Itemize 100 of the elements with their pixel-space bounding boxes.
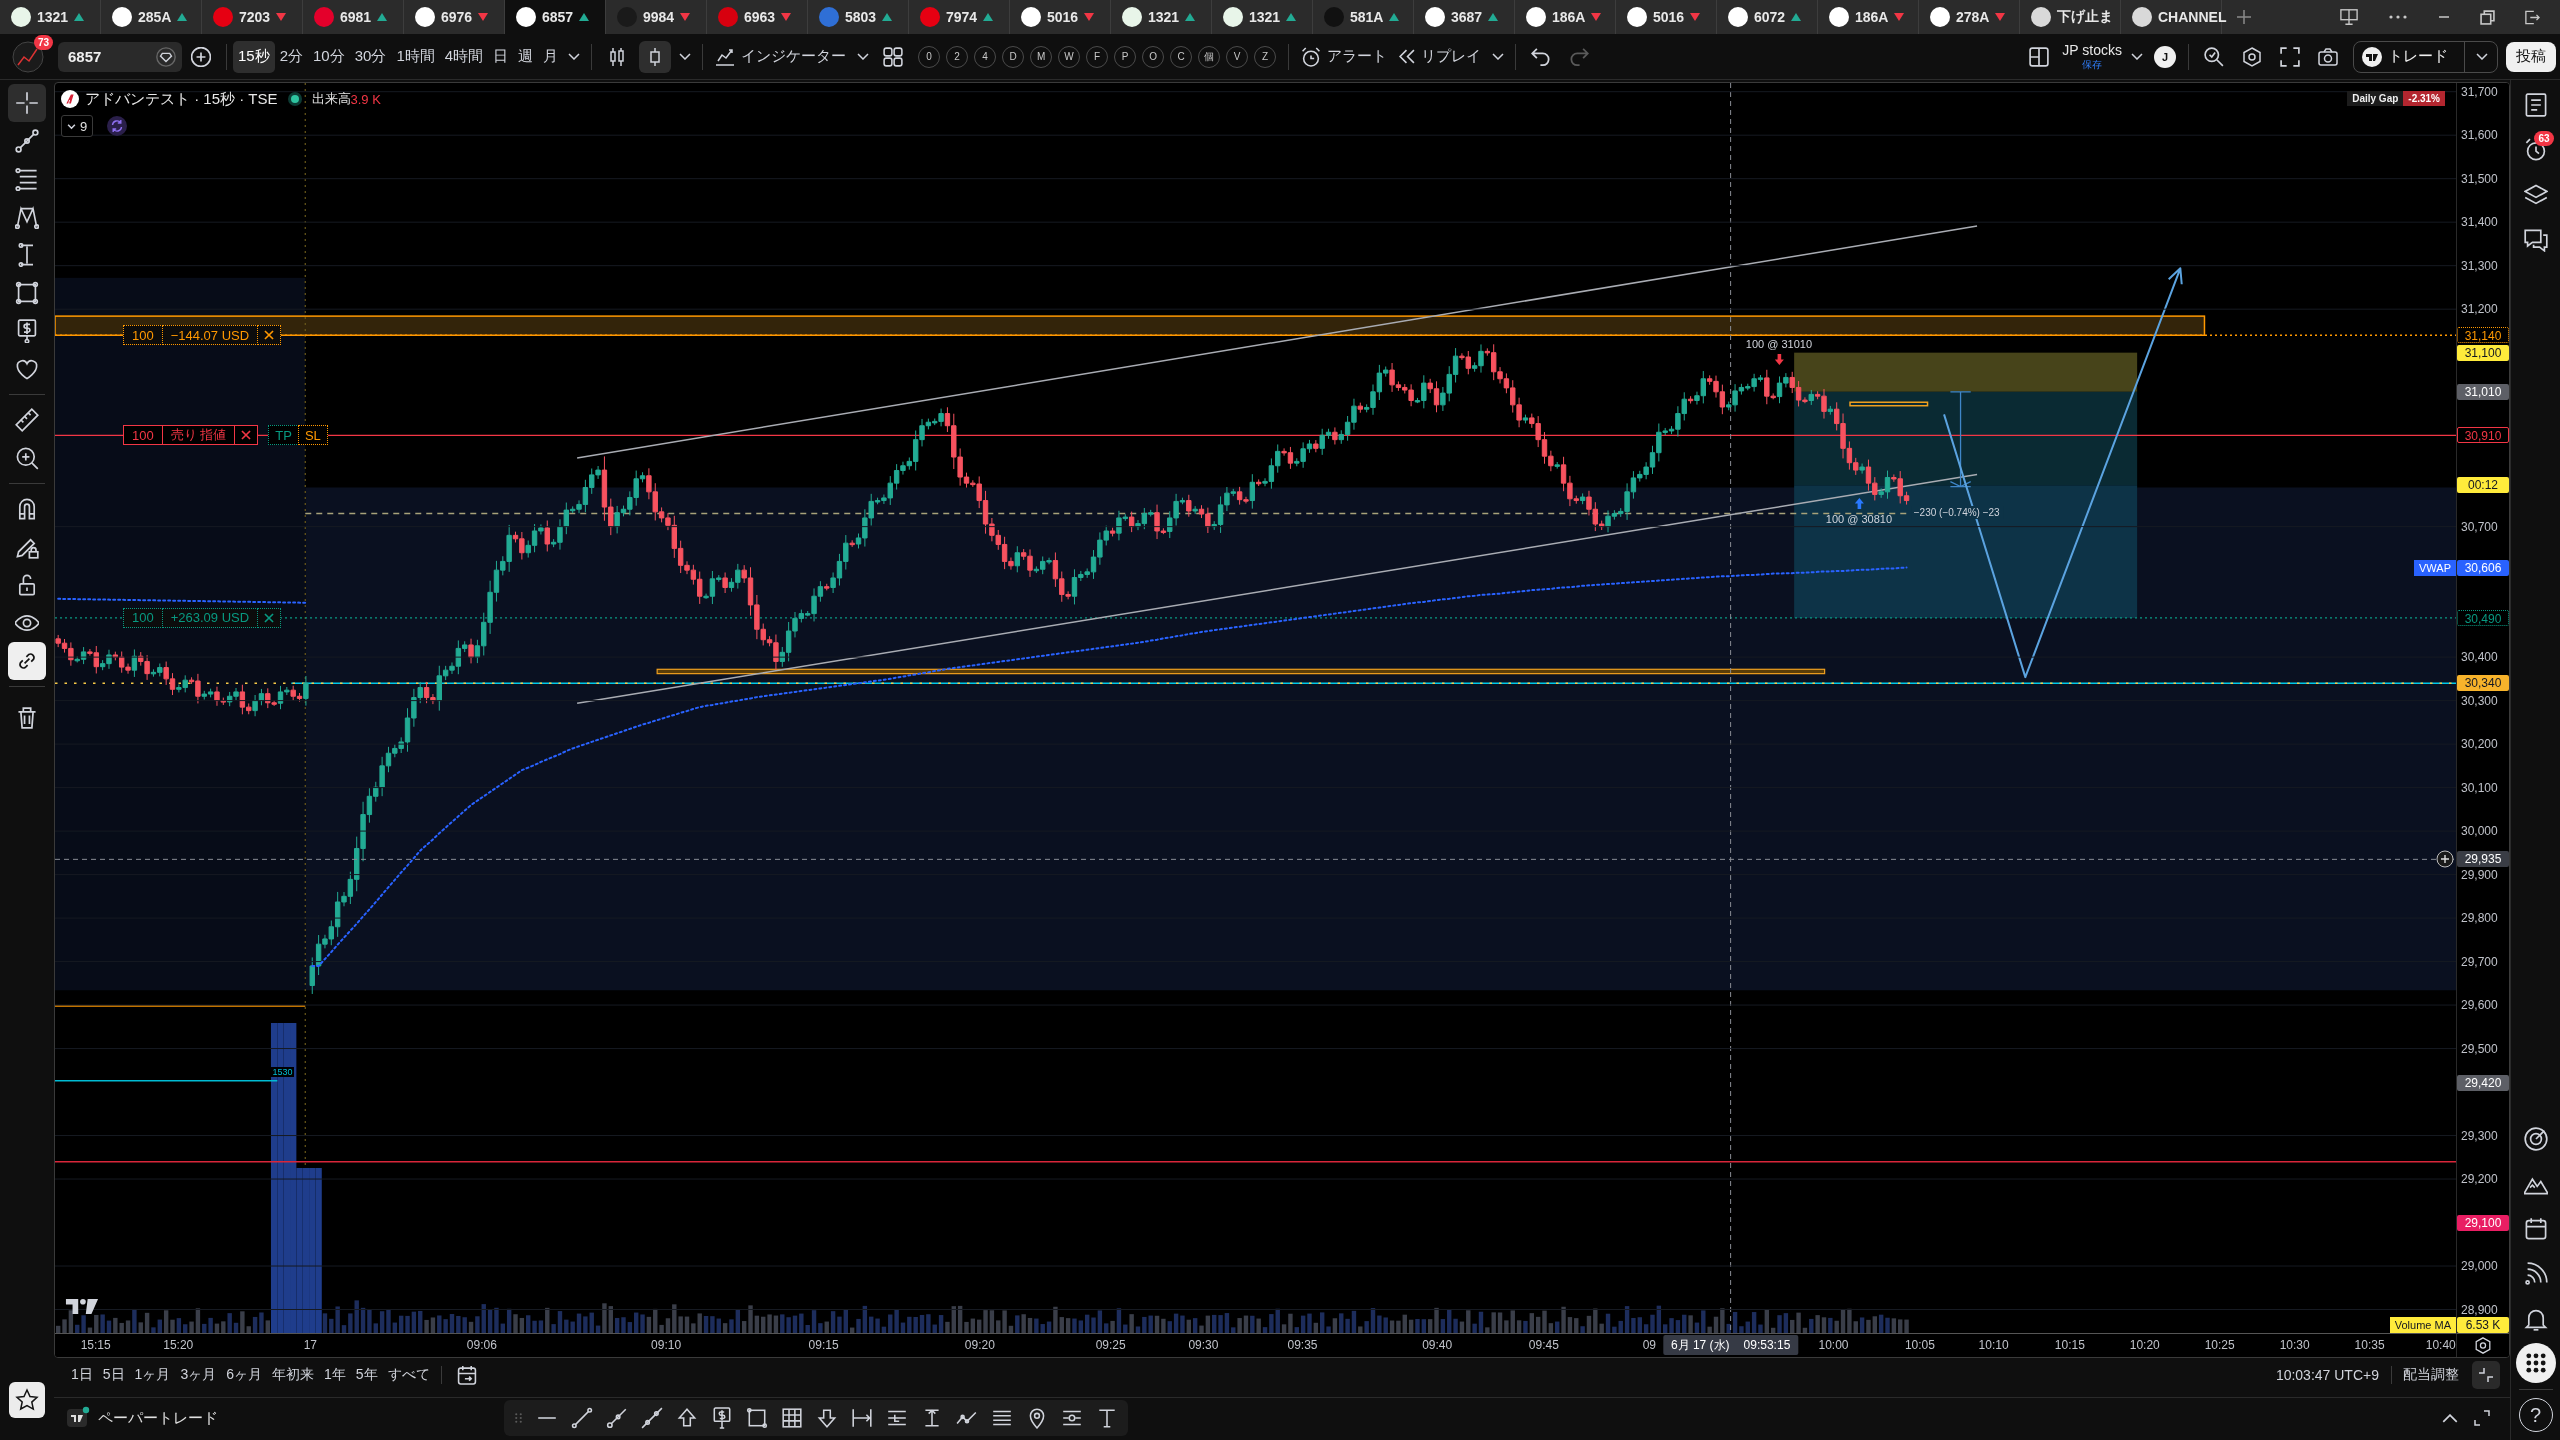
templates-icon[interactable] [883, 46, 904, 67]
quantity-label[interactable]: 100 [123, 425, 163, 446]
caret-icon[interactable] [2131, 53, 2143, 60]
toggle-button[interactable] [8, 642, 46, 680]
arrow-up-icon[interactable] [676, 1407, 698, 1429]
date-range-button[interactable]: すべて [382, 1361, 435, 1389]
date-range-button[interactable]: 5年 [350, 1361, 383, 1389]
date-range-button[interactable]: 年初来 [267, 1361, 319, 1389]
quantity-label[interactable]: 100 [123, 607, 163, 628]
symbol-tab[interactable]: 186A [1515, 0, 1616, 34]
grip-icon[interactable] [514, 1411, 523, 1425]
extended-line-icon[interactable] [641, 1407, 663, 1429]
layout-name-button[interactable]: JP stocks 保存 [2058, 43, 2126, 70]
panel-title[interactable]: ペーパートレード [98, 1408, 504, 1428]
date-range-button[interactable]: 1年 [319, 1361, 351, 1389]
interval-button[interactable]: 週 [513, 40, 539, 73]
symbol-tab[interactable]: 1321 [1111, 0, 1212, 34]
calendar-icon[interactable] [456, 1365, 477, 1385]
layout-icon[interactable] [2029, 46, 2050, 67]
interval-button[interactable]: 15秒 [233, 40, 275, 73]
minimize-icon[interactable] [2438, 15, 2450, 19]
chart-title[interactable]: アドバンテスト · 15秒 · TSE [85, 89, 278, 109]
indicator-toggle-button[interactable]: 9 [61, 115, 94, 137]
collapse-icon[interactable] [2472, 1361, 2500, 1389]
settings-icon[interactable] [2475, 1337, 2491, 1354]
date-range-button[interactable]: 1ヶ月 [129, 1361, 176, 1389]
quantity-label[interactable]: 100 [123, 325, 163, 346]
profit-loss-label[interactable]: −144.07 USD [161, 325, 259, 346]
symbol-tab[interactable]: 285A [101, 0, 202, 34]
interval-button[interactable]: 10分 [308, 40, 350, 73]
symbol-tab[interactable]: 6976 [404, 0, 505, 34]
add-icon[interactable] [2236, 9, 2252, 25]
interval-button[interactable]: 2分 [274, 40, 309, 73]
symbol-tab[interactable]: 581A [1313, 0, 1414, 34]
interval-button[interactable]: 1時間 [391, 40, 440, 73]
symbol-tab[interactable]: 5016 [1616, 0, 1717, 34]
trade-button[interactable]: トレード [2353, 40, 2498, 73]
interval-button[interactable]: 30分 [349, 40, 392, 73]
redo-icon[interactable] [1569, 46, 1590, 67]
caret-icon[interactable] [679, 53, 692, 60]
fullscreen-icon[interactable] [2280, 46, 2300, 67]
exit-icon[interactable] [2525, 9, 2540, 25]
stop-loss-button[interactable]: SL [297, 425, 328, 446]
interval-button[interactable]: 月 [538, 40, 564, 73]
publish-button[interactable]: 投稿 [2506, 41, 2556, 72]
sidebar-button[interactable]: 63 [2515, 127, 2556, 172]
restore-icon[interactable] [2480, 9, 2495, 25]
symbol-tab[interactable]: 1321 [0, 0, 101, 34]
symbol-tab[interactable]: 278A [1919, 0, 2020, 34]
more-icon[interactable] [2388, 14, 2408, 20]
price-note-icon[interactable] [711, 1407, 733, 1429]
interval-button[interactable]: 日 [488, 40, 514, 73]
symbol-tab[interactable]: 6981 [303, 0, 404, 34]
camera-icon[interactable] [2318, 46, 2338, 67]
ray-icon[interactable] [606, 1407, 628, 1429]
settings-icon[interactable] [2242, 46, 2262, 67]
symbol-tab[interactable]: 6857 [505, 0, 606, 34]
order-label[interactable]: 売り 指値 [161, 425, 236, 446]
alert-button[interactable]: アラート [1295, 40, 1394, 73]
date-range-button[interactable]: 3ヶ月 [175, 1361, 222, 1389]
adjustment-button[interactable]: 配当調整 [2398, 1361, 2464, 1389]
symbol-tab[interactable]: 下げ止ま [2020, 0, 2121, 34]
undo-icon[interactable] [1531, 46, 1552, 67]
symbol-tab[interactable]: 6072 [1717, 0, 1818, 34]
symbol-tab[interactable]: 1321 [1212, 0, 1313, 34]
take-profit-button[interactable]: TP [268, 425, 299, 446]
monitor-icon[interactable] [2340, 8, 2358, 26]
indicators-button[interactable]: インジケーター [709, 40, 853, 73]
symbol-tab[interactable]: 5016 [1010, 0, 1111, 34]
symbol-tab[interactable]: 7203 [202, 0, 303, 34]
user-button[interactable]: J [2154, 45, 2176, 68]
refresh-icon[interactable] [107, 116, 128, 136]
close-icon[interactable] [257, 607, 282, 628]
trash-icon[interactable] [17, 707, 37, 729]
expand-icon[interactable] [2474, 1410, 2490, 1426]
arrow-down-icon[interactable] [816, 1407, 838, 1429]
close-icon[interactable] [234, 425, 259, 446]
symbol-tab[interactable]: 6963 [707, 0, 808, 34]
chevron-up-icon[interactable] [2442, 1413, 2458, 1423]
chart-type-button[interactable] [639, 40, 672, 73]
rectangle-icon[interactable] [746, 1407, 768, 1429]
symbol-tab[interactable]: 7974 [909, 0, 1010, 34]
date-range-button[interactable]: 5日 [97, 1361, 130, 1389]
interval-button[interactable]: 4時間 [439, 40, 489, 73]
tool-button[interactable] [8, 84, 46, 122]
symbol-search-field[interactable]: 6857 [58, 41, 182, 72]
date-range-button[interactable]: 1日 [66, 1361, 98, 1389]
sidebar-button[interactable] [2515, 1343, 2556, 1383]
caret-icon[interactable] [1492, 53, 1505, 60]
symbol-tab[interactable]: 9984 [606, 0, 707, 34]
symbol-tab[interactable]: 3687 [1414, 0, 1515, 34]
grid-icon[interactable] [781, 1407, 803, 1429]
symbol-tab[interactable]: 5803 [808, 0, 909, 34]
date-range-button[interactable]: 6ヶ月 [221, 1361, 267, 1389]
caret-icon[interactable] [568, 53, 581, 60]
replay-button[interactable]: リプレイ [1393, 40, 1488, 73]
text-tool-icon[interactable] [1096, 1407, 1118, 1429]
trend-line-icon[interactable] [571, 1407, 593, 1429]
close-icon[interactable] [257, 325, 282, 346]
search-icon[interactable] [2204, 46, 2224, 67]
